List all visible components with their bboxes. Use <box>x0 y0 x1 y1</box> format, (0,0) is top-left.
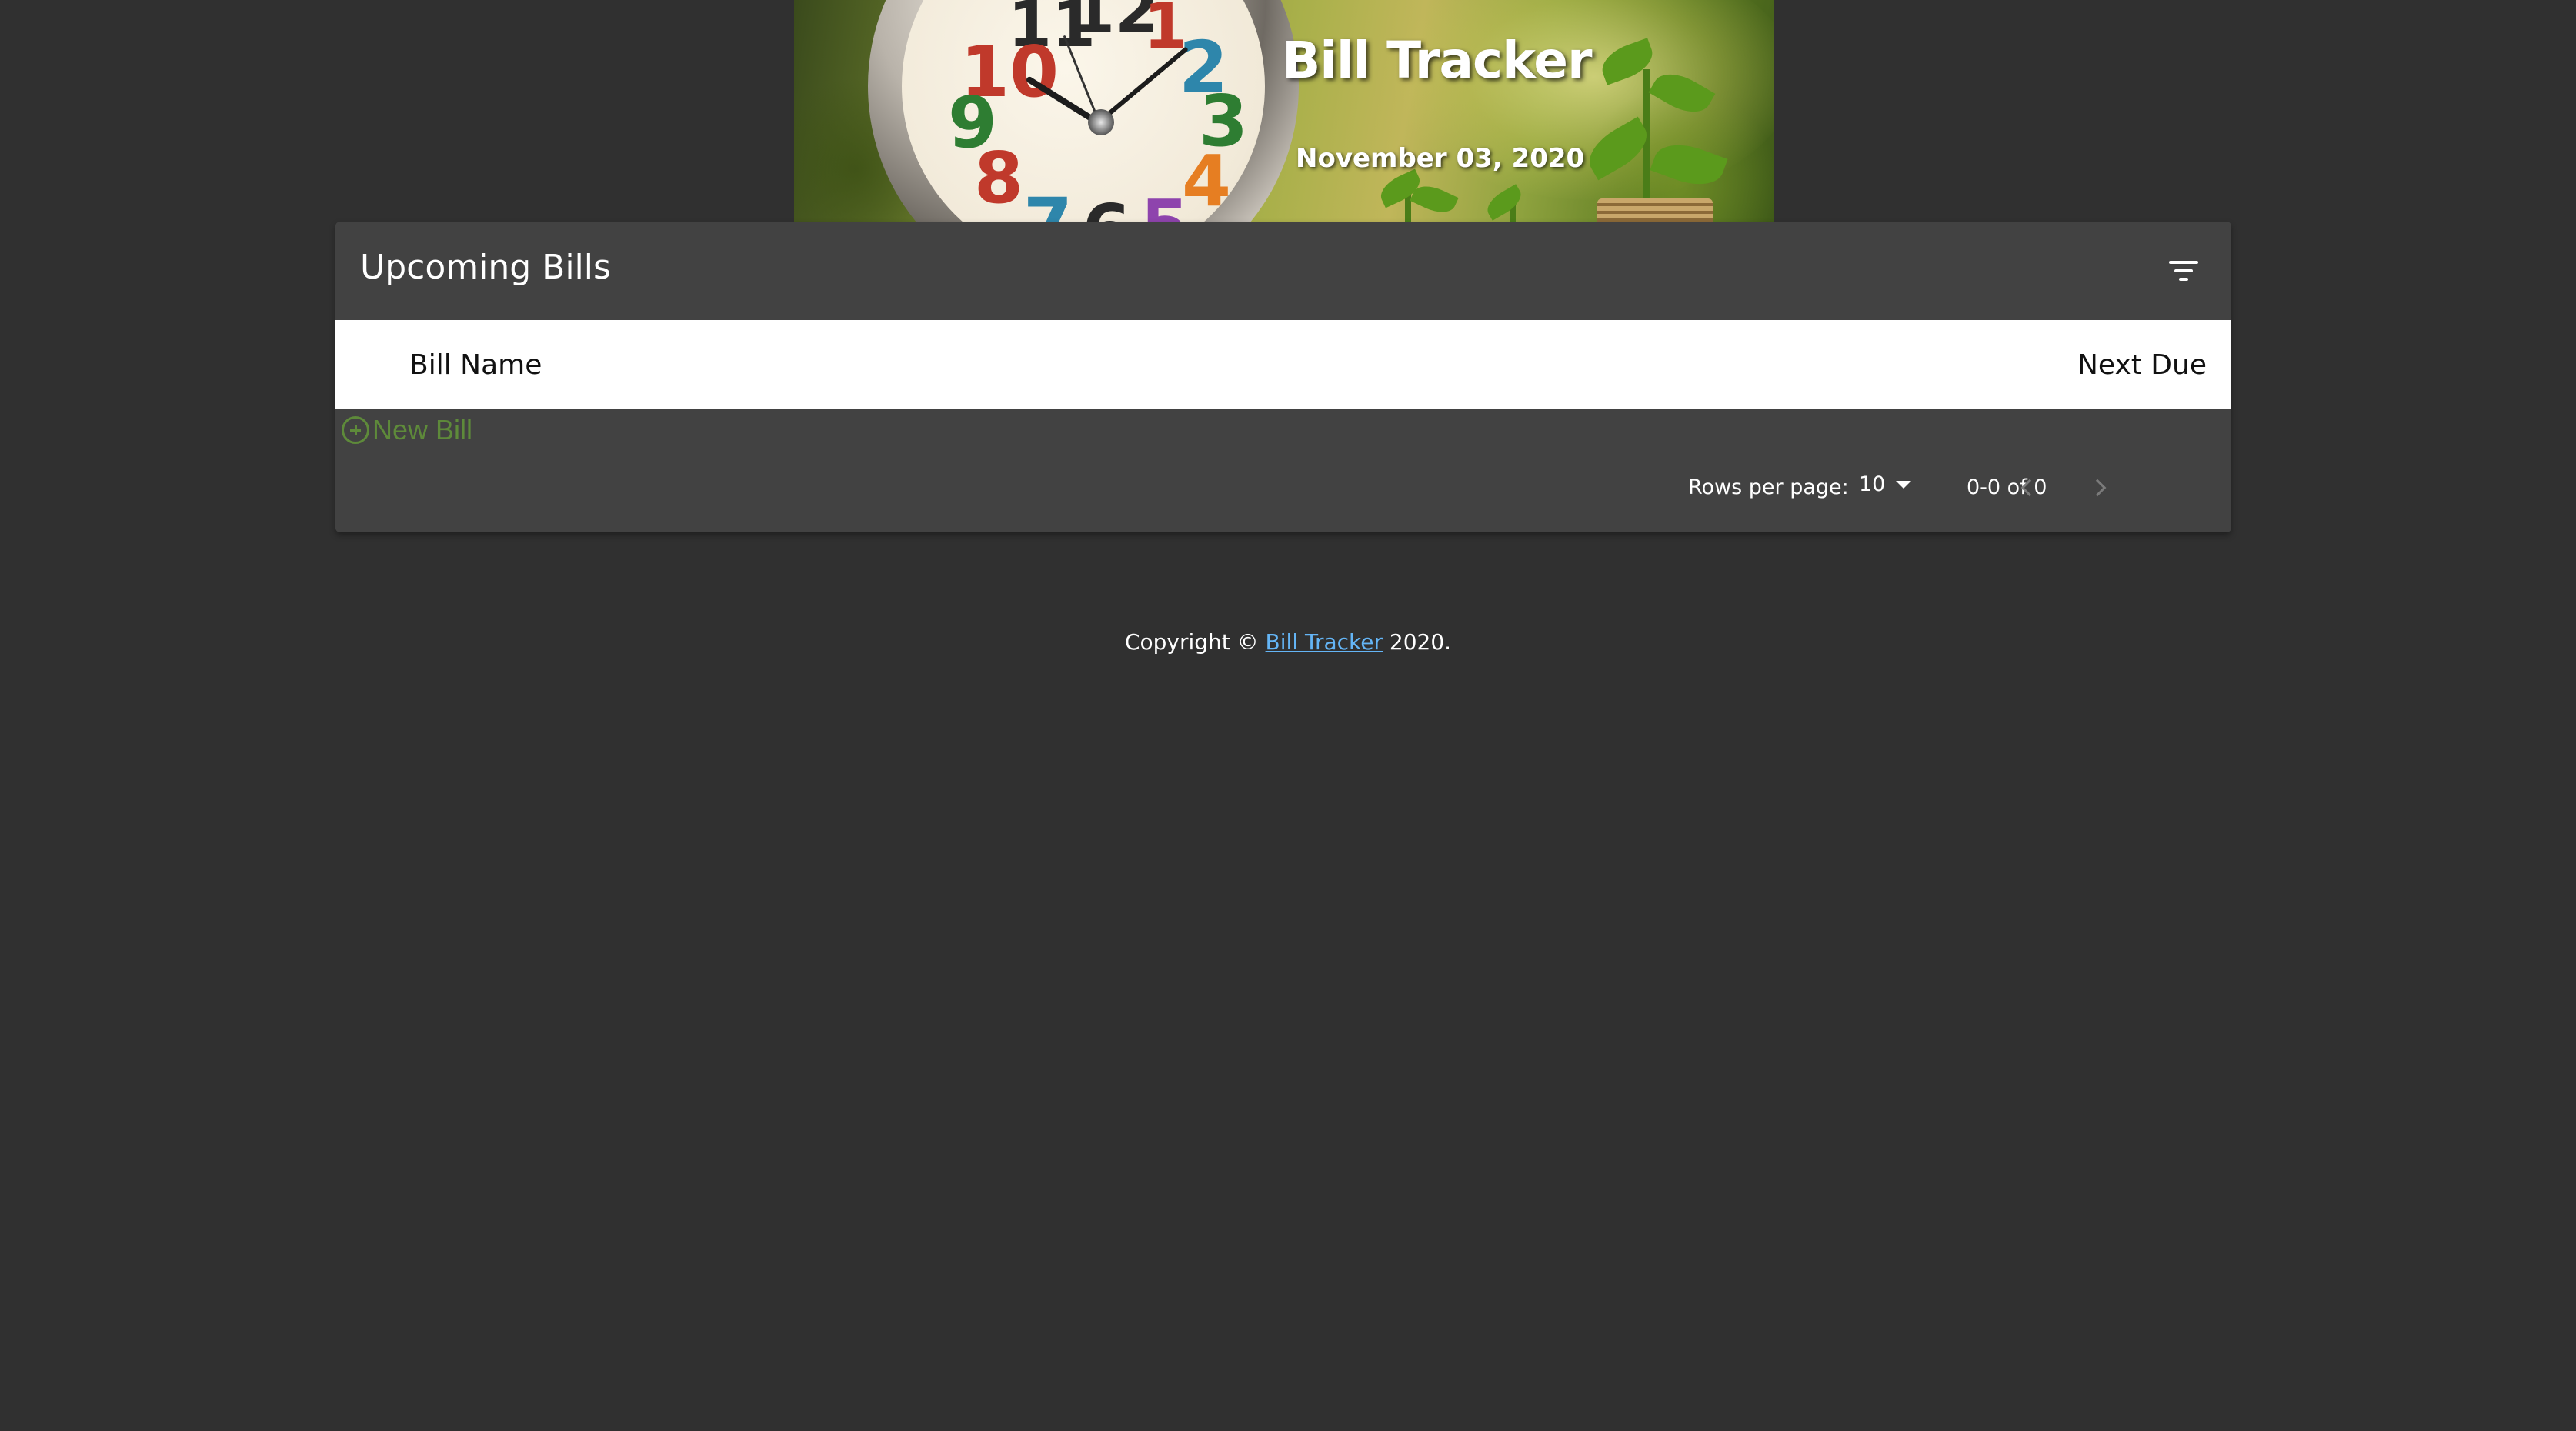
copyright-prefix: Copyright © <box>1124 629 1266 655</box>
chevron-left-icon <box>2020 479 2039 497</box>
card-toolbar: Upcoming Bills <box>335 222 2231 320</box>
card-title: Upcoming Bills <box>360 248 611 287</box>
table-pagination: Rows per page: 10 0-0 of 0 <box>335 466 2231 512</box>
app-title: Bill Tracker <box>1282 31 1593 90</box>
rows-per-page-label: Rows per page: <box>1688 475 1849 499</box>
current-date: November 03, 2020 <box>1296 143 1585 174</box>
footer: Copyright © Bill Tracker 2020. <box>0 629 2576 655</box>
copyright-suffix: 2020. <box>1383 629 1452 655</box>
chevron-right-icon <box>2088 479 2107 497</box>
add-circle-icon <box>342 416 369 444</box>
filter-button[interactable] <box>2154 242 2213 300</box>
column-header-next-due[interactable]: Next Due <box>2077 349 2207 381</box>
clock-hub <box>1088 109 1114 135</box>
previous-page-button[interactable] <box>2008 469 2045 506</box>
footer-link-bill-tracker[interactable]: Bill Tracker <box>1266 629 1383 655</box>
column-header-bill-name[interactable]: Bill Name <box>409 349 542 381</box>
clock-number: 8 <box>974 137 1024 219</box>
upcoming-bills-card: Upcoming Bills Bill Name Next Due New Bi… <box>335 222 2231 532</box>
dropdown-arrow-icon <box>1896 480 1912 489</box>
rows-per-page-select[interactable]: 10 <box>1859 472 1912 496</box>
new-bill-label: New Bill <box>372 414 473 445</box>
table-header: Bill Name Next Due <box>335 320 2231 409</box>
rows-per-page-value: 10 <box>1859 472 1886 496</box>
next-page-button[interactable] <box>2082 469 2119 506</box>
filter-list-icon <box>2169 259 2198 282</box>
new-bill-button[interactable]: New Bill <box>342 414 472 446</box>
